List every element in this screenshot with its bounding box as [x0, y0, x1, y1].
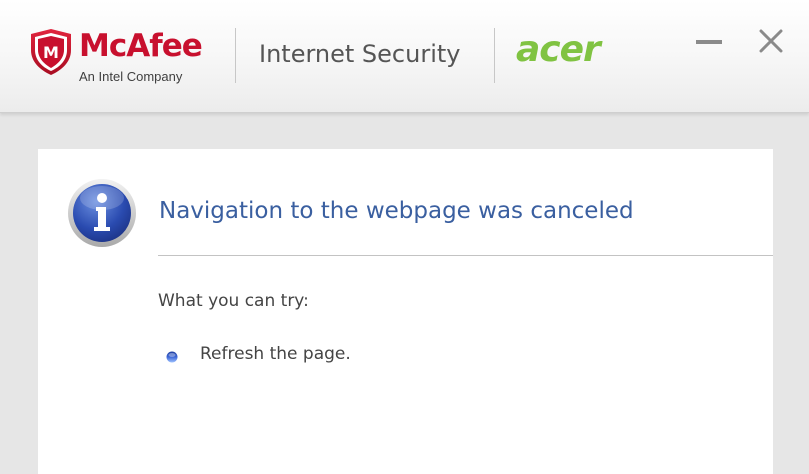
brand-tagline: An Intel Company [79, 69, 183, 84]
minimize-icon [696, 40, 722, 44]
product-name: Internet Security [259, 40, 461, 68]
suggestions-heading: What you can try: [158, 291, 309, 311]
brand-name: McAfee [79, 28, 203, 64]
message-panel: Navigation to the webpage was canceled W… [38, 149, 773, 474]
minimize-button[interactable] [694, 26, 724, 56]
close-icon [759, 29, 783, 53]
header-divider [494, 28, 495, 83]
info-icon [67, 178, 137, 248]
close-button[interactable] [756, 26, 786, 56]
header-bar: M McAfee An Intel Company Internet Secur… [0, 0, 809, 113]
bullet-icon [166, 348, 178, 363]
acer-logo: acer [516, 29, 601, 70]
shield-letter: M [43, 43, 59, 62]
page-title: Navigation to the webpage was canceled [159, 198, 634, 224]
header-divider [235, 28, 236, 83]
app-window: M McAfee An Intel Company Internet Secur… [0, 0, 809, 474]
mcafee-shield-icon: M [29, 28, 73, 76]
title-divider [158, 255, 773, 256]
refresh-page-link[interactable]: Refresh the page. [200, 342, 351, 366]
